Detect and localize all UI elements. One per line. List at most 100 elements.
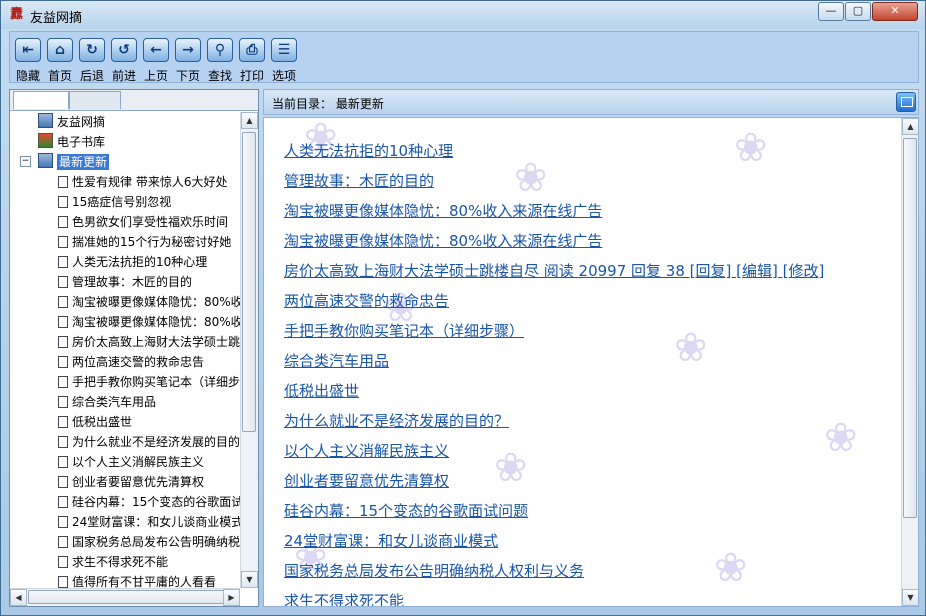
toolbar-print-button[interactable]: ⎙ 打印 [236, 35, 268, 84]
next-page-icon: → [175, 38, 201, 62]
toolbar-prev-page-button[interactable]: ← 上页 [140, 35, 172, 84]
scroll-thumb[interactable] [903, 138, 917, 518]
article-link[interactable]: 手把手教你购买笔记本（详细步骤） [284, 316, 824, 346]
collapse-icon[interactable]: − [20, 156, 31, 167]
tree-item-label: 色男欲女们享受性福欢乐时间 [72, 215, 229, 229]
tree-node-label-selected: 最新更新 [57, 154, 110, 170]
scroll-thumb[interactable] [242, 132, 256, 432]
back-refresh-icon: ↻ [79, 38, 105, 62]
article-link[interactable]: 为什么就业不是经济发展的目的？ [284, 406, 824, 436]
search-icon: ⚲ [207, 38, 233, 62]
tree-root-youyi[interactable]: 友益网摘 [10, 112, 240, 132]
article-link[interactable]: 24堂财富课：和女儿谈商业模式 [284, 526, 824, 556]
tree-item-label: 人类无法抗拒的10种心理 [72, 255, 208, 269]
tree-item[interactable]: 为什么就业不是经济发展的目的？ [10, 432, 240, 452]
tree-item-label: 求生不得求死不能 [72, 555, 169, 569]
article-link[interactable]: 低税出盛世 [284, 376, 824, 406]
article-link[interactable]: 房价太高致上海财大法学硕士跳楼自尽 阅读 20997 回复 38 [回复] [编… [284, 256, 824, 286]
tree-item[interactable]: 求生不得求死不能 [10, 552, 240, 572]
document-icon [58, 316, 68, 328]
forward-refresh-icon: ↺ [111, 38, 137, 62]
tree-vertical-scrollbar[interactable]: ▲ ▼ [240, 112, 258, 588]
tree-item[interactable]: 手把手教你购买笔记本（详细步骤） [10, 372, 240, 392]
tree-item[interactable]: 低税出盛世 [10, 412, 240, 432]
directory-tree: 友益网摘 电子书库 − 最新更新 性爱有规律 带来惊人6大好处 15癌症信号别忽… [10, 112, 240, 588]
minimize-button[interactable]: — [818, 2, 844, 21]
document-icon [58, 276, 68, 288]
view-toggle-button[interactable] [896, 92, 916, 112]
tree-item[interactable]: 24堂财富课：和女儿谈商业模式 [10, 512, 240, 532]
toolbar-back-button[interactable]: ↻ 后退 [76, 35, 108, 84]
toolbar-print-label: 打印 [239, 69, 264, 83]
tree-item-label: 揣准她的15个行为秘密讨好她 [72, 235, 232, 249]
tree-item-label: 以个人主义消解民族主义 [72, 455, 205, 469]
scroll-up-button[interactable]: ▲ [902, 118, 918, 135]
scroll-up-button[interactable]: ▲ [241, 112, 258, 129]
tree-item-label: 综合类汽车用品 [72, 395, 157, 409]
article-link[interactable]: 管理故事：木匠的目的 [284, 166, 824, 196]
tree-item-label: 淘宝被曝更像媒体隐忧：80%收入来源在线广告 [72, 295, 240, 309]
tree-item[interactable]: 淘宝被曝更像媒体隐忧：80%收入来源在线广告 [10, 292, 240, 312]
tree-item[interactable]: 以个人主义消解民族主义 [10, 452, 240, 472]
open-book-icon [38, 153, 53, 168]
document-icon [58, 396, 68, 408]
article-links: 人类无法抗拒的10种心理 管理故事：木匠的目的 淘宝被曝更像媒体隐忧：80%收入… [284, 136, 824, 606]
scroll-left-button[interactable]: ◀ [10, 589, 27, 606]
toolbar-options-button[interactable]: ☰ 选项 [268, 35, 300, 84]
article-link[interactable]: 求生不得求死不能 [284, 586, 824, 606]
tree-horizontal-scrollbar[interactable]: ◀ ▶ [10, 588, 240, 606]
tree-item[interactable]: 管理故事：木匠的目的 [10, 272, 240, 292]
tree-item[interactable]: 色男欲女们享受性福欢乐时间 [10, 212, 240, 232]
content-vertical-scrollbar[interactable]: ▲ ▼ [901, 118, 918, 606]
toolbar-home-button[interactable]: ⌂ 首页 [44, 35, 76, 84]
document-icon [58, 436, 68, 448]
tree-root-latest[interactable]: − 最新更新 [10, 152, 240, 172]
close-button[interactable]: ✕ [872, 2, 918, 21]
toolbar-hide-button[interactable]: ⇤ 隐藏 [12, 35, 44, 84]
toolbar-forward-button[interactable]: ↺ 前进 [108, 35, 140, 84]
tree-item-label: 低税出盛世 [72, 415, 133, 429]
tree-item-label: 淘宝被曝更像媒体隐忧：80%收入来源在线广告 [72, 315, 240, 329]
tree-item[interactable]: 15癌症信号别忽视 [10, 192, 240, 212]
app-icon: 纛 [9, 7, 23, 22]
tab-catalog[interactable] [13, 91, 69, 109]
tree-item[interactable]: 人类无法抗拒的10种心理 [10, 252, 240, 272]
title-bar[interactable]: 纛 友益网摘 — ▢ ✕ [1, 1, 925, 29]
tree-item[interactable]: 值得所有不甘平庸的人看看 [10, 572, 240, 588]
tab-secondary[interactable] [69, 91, 121, 109]
article-link[interactable]: 以个人主义消解民族主义 [284, 436, 824, 466]
article-link[interactable]: 国家税务总局发布公告明确纳税人权利与义务 [284, 556, 824, 586]
scroll-down-button[interactable]: ▼ [902, 589, 918, 606]
document-icon [58, 516, 68, 528]
tree-item[interactable]: 综合类汽车用品 [10, 392, 240, 412]
tree-item-label: 值得所有不甘平庸的人看看 [72, 575, 217, 588]
tree-root-ebooks[interactable]: 电子书库 [10, 132, 240, 152]
tree-item[interactable]: 揣准她的15个行为秘密讨好她 [10, 232, 240, 252]
article-link[interactable]: 淘宝被曝更像媒体隐忧：80%收入来源在线广告 [284, 226, 824, 256]
article-link[interactable]: 创业者要留意优先清算权 [284, 466, 824, 496]
tree-item-label: 创业者要留意优先清算权 [72, 475, 205, 489]
tree-item-label: 手把手教你购买笔记本（详细步骤） [72, 375, 240, 389]
tree-item[interactable]: 国家税务总局发布公告明确纳税人权利与义务 [10, 532, 240, 552]
toolbar-next-page-button[interactable]: → 下页 [172, 35, 204, 84]
tree-item[interactable]: 创业者要留意优先清算权 [10, 472, 240, 492]
tree-item[interactable]: 房价太高致上海财大法学硕士跳楼自尽 [10, 332, 240, 352]
hscroll-thumb[interactable] [28, 590, 228, 604]
tree-item[interactable]: 性爱有规律 带来惊人6大好处 [10, 172, 240, 192]
article-link[interactable]: 两位高速交警的救命忠告 [284, 286, 824, 316]
article-link[interactable]: 人类无法抗拒的10种心理 [284, 136, 824, 166]
article-link[interactable]: 硅谷内幕：15个变态的谷歌面试问题 [284, 496, 824, 526]
tree-item[interactable]: 淘宝被曝更像媒体隐忧：80%收入来源在线广告 [10, 312, 240, 332]
document-icon [58, 236, 68, 248]
toolbar-search-button[interactable]: ⚲ 查找 [204, 35, 236, 84]
article-link[interactable]: 淘宝被曝更像媒体隐忧：80%收入来源在线广告 [284, 196, 824, 226]
scroll-down-button[interactable]: ▼ [241, 571, 258, 588]
tree-item-label: 24堂财富课：和女儿谈商业模式 [72, 515, 240, 529]
maximize-button[interactable]: ▢ [845, 2, 871, 21]
tree-node-label: 电子书库 [57, 135, 106, 149]
tree-item[interactable]: 硅谷内幕：15个变态的谷歌面试问题 [10, 492, 240, 512]
tree-item[interactable]: 两位高速交警的救命忠告 [10, 352, 240, 372]
article-link[interactable]: 综合类汽车用品 [284, 346, 824, 376]
document-icon [58, 336, 68, 348]
scroll-right-button[interactable]: ▶ [223, 589, 240, 606]
